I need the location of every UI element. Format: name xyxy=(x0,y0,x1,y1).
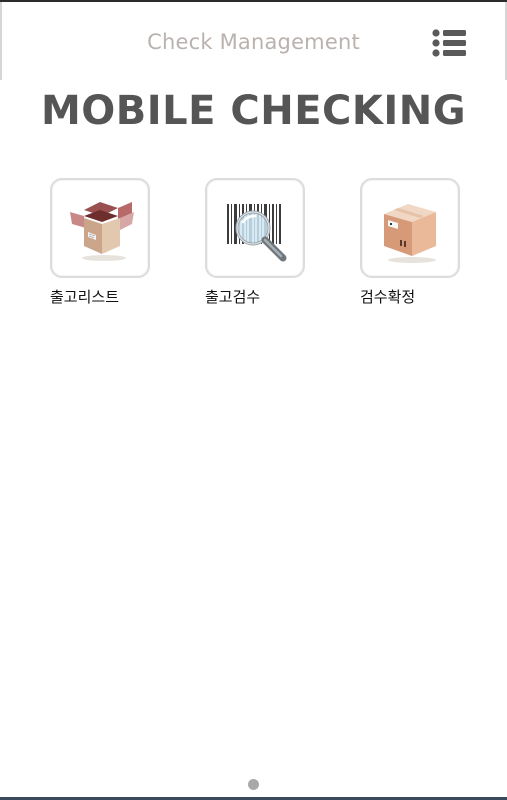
app-screen: Check Management MOBILE CHECKING 출고리스트 출… xyxy=(0,0,507,800)
tile-icon-frame xyxy=(360,178,460,278)
menu-button[interactable] xyxy=(430,28,468,58)
tile-icon-frame xyxy=(50,178,150,278)
tile-icon-frame xyxy=(205,178,305,278)
tile-label-shipping-list: 출고리스트 xyxy=(50,288,120,306)
open-box-icon xyxy=(70,202,134,261)
tile-inspection-confirm[interactable]: 검수확정 xyxy=(360,178,460,308)
app-header: Check Management xyxy=(2,2,505,80)
page-indicator-dot xyxy=(248,779,259,790)
tile-label-shipping-inspection: 출고검수 xyxy=(205,288,261,306)
package-icon xyxy=(384,204,436,263)
tile-shipping-inspection[interactable]: 출고검수 xyxy=(205,178,305,308)
tile-shipping-list[interactable]: 출고리스트 xyxy=(50,178,150,308)
list-menu-icon xyxy=(432,29,466,57)
tile-label-inspection-confirm: 검수확정 xyxy=(360,288,416,306)
barcode-search-icon xyxy=(227,204,287,262)
page-title: MOBILE CHECKING xyxy=(40,88,467,134)
